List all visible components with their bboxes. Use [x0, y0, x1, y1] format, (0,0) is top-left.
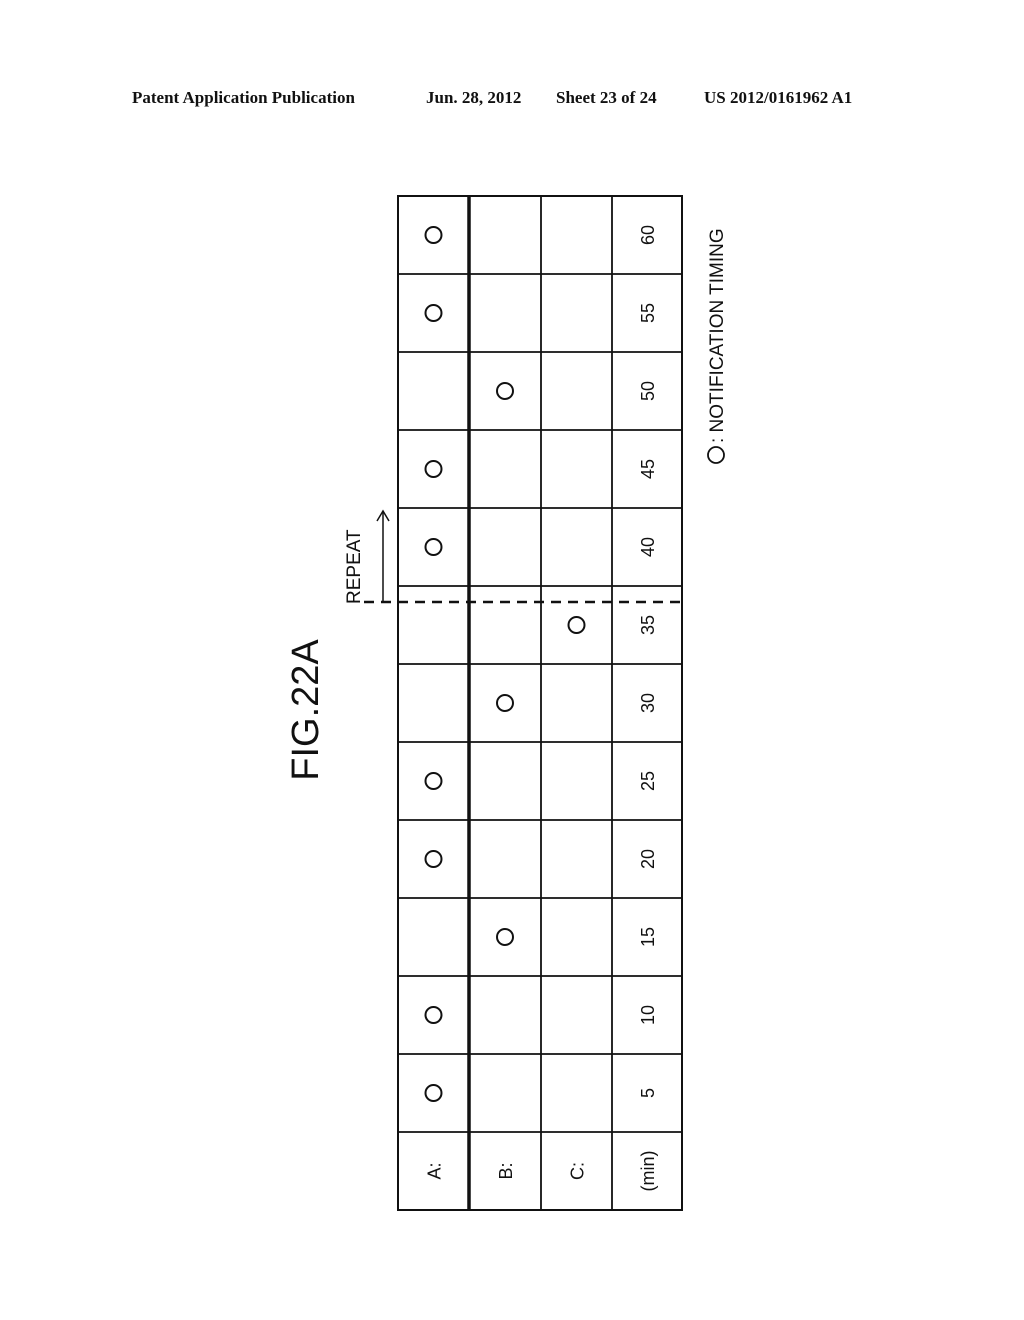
- notification-mark-a: [424, 1084, 443, 1102]
- notification-mark-a: [424, 772, 443, 790]
- row-label: C:: [568, 1162, 588, 1180]
- time-label: 35: [638, 615, 658, 635]
- time-label: 15: [638, 927, 658, 947]
- row-label: (min): [638, 1151, 658, 1192]
- time-label: 60: [638, 225, 658, 245]
- time-label: 55: [638, 303, 658, 323]
- time-label: 50: [638, 381, 658, 401]
- notification-mark-a: [424, 538, 443, 556]
- figure-title: FIG.22A: [285, 639, 327, 781]
- repeat-label: REPEAT: [344, 529, 365, 604]
- timing-table: 60 55 50 45 40 35 30 25 20 15 10 5 A: B: C: (min): [397, 195, 683, 1211]
- row-label: B:: [496, 1162, 516, 1179]
- row-label: A:: [425, 1162, 445, 1179]
- repeat-arrow-icon: [376, 509, 390, 602]
- notification-mark-b: [496, 928, 514, 946]
- legend-circle-icon: [707, 446, 725, 464]
- notification-mark-a: [424, 460, 443, 478]
- time-label: 25: [638, 771, 658, 791]
- notification-mark-a: [424, 226, 443, 244]
- legend-text: : NOTIFICATION TIMING: [707, 228, 728, 443]
- time-label: 10: [638, 1005, 658, 1025]
- notification-timing-diagram: FIG.22A REPEAT : NOTIFICATION TIMING 60 5…: [285, 195, 728, 1211]
- notification-mark-a: [424, 304, 443, 322]
- time-label: 30: [638, 693, 658, 713]
- legend: : NOTIFICATION TIMING: [707, 228, 728, 464]
- notification-mark-a: [424, 1006, 443, 1024]
- notification-mark-b: [496, 694, 514, 712]
- time-label: 5: [638, 1088, 658, 1098]
- time-label: 45: [638, 459, 658, 479]
- notification-mark-c: [567, 616, 586, 634]
- notification-mark-a: [424, 850, 443, 868]
- time-label: 40: [638, 537, 658, 557]
- time-label: 20: [638, 849, 658, 869]
- notification-mark-b: [496, 382, 514, 400]
